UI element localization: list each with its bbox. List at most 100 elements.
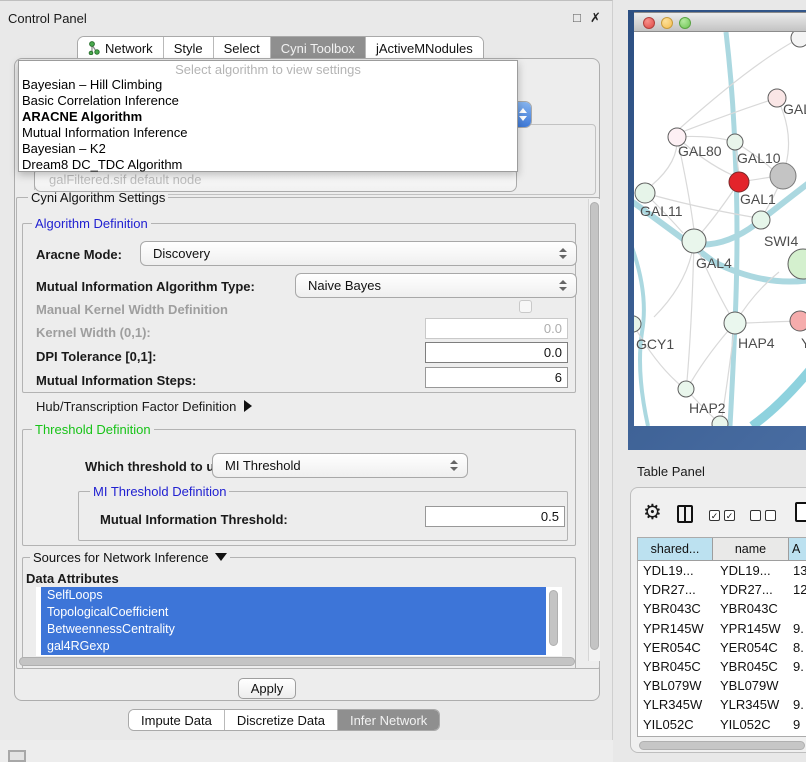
mi-steps-field[interactable]: 6 <box>425 367 568 388</box>
node-gal11[interactable] <box>635 183 655 203</box>
tab-network[interactable]: Network <box>78 37 163 59</box>
cell[interactable]: 8. <box>789 640 806 655</box>
tab-cyni-toolbox[interactable]: Cyni Toolbox <box>270 37 365 59</box>
node-pink[interactable] <box>790 311 806 331</box>
new-table-icon[interactable] <box>795 502 806 522</box>
table-row[interactable]: YPR145WYPR145W9. <box>638 619 806 638</box>
mi-threshold-field[interactable]: 0.5 <box>425 506 565 527</box>
cell[interactable]: YLR345W <box>713 697 789 712</box>
which-threshold-combo[interactable]: MI Threshold <box>212 453 468 478</box>
table-row[interactable]: YDL19...YDL19...13 <box>638 561 806 580</box>
gear-icon[interactable]: ⚙ <box>643 502 662 523</box>
column-settings-icon[interactable] <box>677 505 693 523</box>
network-window-titlebar[interactable] <box>634 12 806 32</box>
checkbox-checked-icon[interactable]: ✓ <box>724 510 735 521</box>
table-row[interactable]: YER054CYER054C8. <box>638 638 806 657</box>
column-header-truncated[interactable]: A <box>789 538 806 560</box>
attribute-item[interactable]: TopologicalCoefficient <box>41 604 546 621</box>
float-window-icon[interactable]: □ <box>573 10 581 25</box>
cell[interactable]: YBR043C <box>638 601 713 616</box>
table-horizontal-scrollbar[interactable] <box>637 740 806 751</box>
table-row[interactable]: YBR045CYBR045C9. <box>638 657 806 676</box>
tab-discretize-data[interactable]: Discretize Data <box>224 710 337 730</box>
column-header-name[interactable]: name <box>713 538 789 560</box>
kernel-width-field[interactable]: 0.0 <box>425 318 568 339</box>
dropdown-item[interactable]: Basic Correlation Inference <box>19 93 517 109</box>
cell[interactable]: YER054C <box>638 640 713 655</box>
table-row[interactable]: YBL079WYBL079W <box>638 676 806 695</box>
dropdown-item[interactable]: Bayesian – K2 <box>19 141 517 157</box>
dropdown-item[interactable]: Mutual Information Inference <box>19 125 517 141</box>
node-gal1-selected[interactable] <box>729 172 749 192</box>
node[interactable] <box>791 32 806 47</box>
aracne-mode-combo[interactable]: Discovery <box>140 241 577 266</box>
dropdown-item[interactable]: Bayesian – Hill Climbing <box>19 77 517 93</box>
cell[interactable]: YDR27... <box>713 582 789 597</box>
close-panel-icon[interactable]: ✗ <box>590 10 601 26</box>
tab-select[interactable]: Select <box>213 37 270 59</box>
cell[interactable]: YDL19... <box>713 563 789 578</box>
cell[interactable]: YPR145W <box>638 621 713 636</box>
close-window-icon[interactable] <box>643 17 655 29</box>
cell[interactable]: 9 <box>789 717 806 732</box>
cell[interactable]: 9. <box>789 697 806 712</box>
minimize-window-icon[interactable] <box>661 17 673 29</box>
attribute-item[interactable]: gal4RGexp <box>41 638 546 655</box>
column-header-shared-name[interactable]: shared... <box>638 538 713 560</box>
attribute-item[interactable]: SelfLoops <box>41 587 546 604</box>
collapsed-panel-button[interactable] <box>8 750 26 762</box>
node-swi4[interactable] <box>752 211 770 229</box>
node-gcy1[interactable] <box>634 316 641 332</box>
tab-jactivemnodules[interactable]: jActiveMNodules <box>365 37 483 59</box>
cell[interactable]: YLR345W <box>638 697 713 712</box>
control-panel-tabs: Network Style Select Cyni Toolbox jActiv… <box>77 36 484 59</box>
cell[interactable]: YIL052C <box>638 717 713 732</box>
dropdown-item[interactable]: Dream8 DC_TDC Algorithm <box>19 157 517 173</box>
manual-kernel-checkbox[interactable] <box>519 300 532 313</box>
sources-toggle[interactable]: Sources for Network Inference <box>30 550 230 565</box>
table-row[interactable]: YIL052CYIL052C9 <box>638 715 806 734</box>
tab-style[interactable]: Style <box>163 37 213 59</box>
node-gal10[interactable] <box>727 134 743 150</box>
node-hap4[interactable] <box>724 312 746 334</box>
cell[interactable]: YBR045C <box>638 659 713 674</box>
cell[interactable]: YBL079W <box>713 678 789 693</box>
zoom-window-icon[interactable] <box>679 17 691 29</box>
tab-infer-network[interactable]: Infer Network <box>337 710 439 730</box>
node-gal4[interactable] <box>682 229 706 253</box>
cell[interactable]: 13 <box>789 563 806 578</box>
network-view-window[interactable]: GAL80 GAL10 GAL GAL1 GAL11 SWI4 GAL4 GCY… <box>628 10 806 450</box>
cell[interactable]: YER054C <box>713 640 789 655</box>
node-hap2[interactable] <box>678 381 694 397</box>
tab-impute-data[interactable]: Impute Data <box>129 710 224 730</box>
hub-definition-toggle[interactable]: Hub/Transcription Factor Definition <box>36 399 252 414</box>
table-row[interactable]: YBR043CYBR043C <box>638 599 806 618</box>
cell[interactable]: YBL079W <box>638 678 713 693</box>
cell[interactable]: YDR27... <box>638 582 713 597</box>
node[interactable] <box>712 416 728 426</box>
cell[interactable]: YBR045C <box>713 659 789 674</box>
cell[interactable]: 12 <box>789 582 806 597</box>
attribute-item[interactable]: BetweennessCentrality <box>41 621 546 638</box>
mi-type-combo[interactable]: Naive Bayes <box>295 273 577 298</box>
attributes-scrollbar[interactable] <box>548 588 559 655</box>
network-canvas[interactable]: GAL80 GAL10 GAL GAL1 GAL11 SWI4 GAL4 GCY… <box>634 32 806 426</box>
dropdown-item-aracne[interactable]: ARACNE Algorithm <box>19 109 517 125</box>
table-row[interactable]: YDR27...YDR27...12 <box>638 580 806 599</box>
cell[interactable]: YDL19... <box>638 563 713 578</box>
checkbox-unchecked-icon[interactable] <box>750 510 761 521</box>
settings-horizontal-scrollbar[interactable] <box>18 656 584 668</box>
dpi-tolerance-field[interactable]: 0.0 <box>425 342 568 363</box>
checkbox-checked-icon[interactable]: ✓ <box>709 510 720 521</box>
cell[interactable]: YIL052C <box>713 717 789 732</box>
node[interactable] <box>788 249 806 279</box>
settings-vertical-scrollbar[interactable] <box>588 199 600 661</box>
cell[interactable]: YPR145W <box>713 621 789 636</box>
table-row[interactable]: YLR345WYLR345W9. <box>638 695 806 714</box>
apply-button[interactable]: Apply <box>238 678 296 699</box>
node-gray[interactable] <box>770 163 796 189</box>
cell[interactable]: 9. <box>789 621 806 636</box>
cell[interactable]: 9. <box>789 659 806 674</box>
cell[interactable]: YBR043C <box>713 601 789 616</box>
checkbox-unchecked-icon[interactable] <box>765 510 776 521</box>
